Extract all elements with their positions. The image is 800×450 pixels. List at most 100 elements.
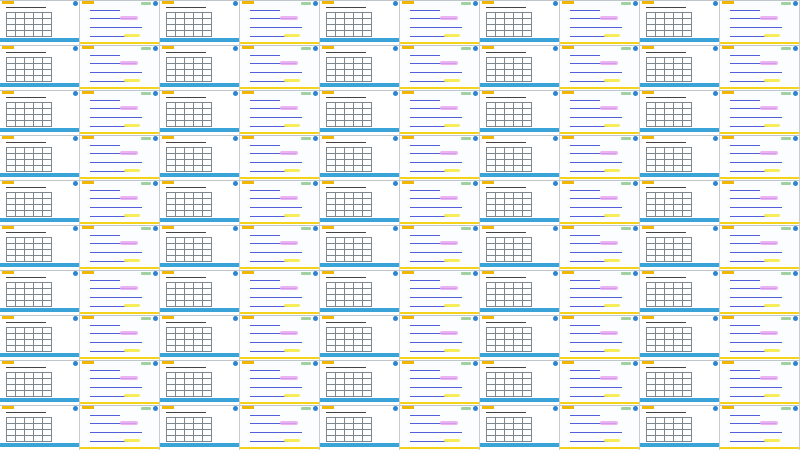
- thumbnail-table[interactable]: [640, 360, 720, 405]
- thumbnail-table[interactable]: [640, 135, 720, 180]
- thumbnail-table[interactable]: [640, 45, 720, 90]
- thumbnail-handwriting[interactable]: [560, 405, 640, 450]
- thumbnail-table[interactable]: [480, 180, 560, 225]
- thumbnail-handwriting[interactable]: [240, 0, 320, 45]
- thumbnail-handwriting[interactable]: [80, 90, 160, 135]
- thumbnail-table[interactable]: [160, 360, 240, 405]
- thumbnail-handwriting[interactable]: [400, 0, 480, 45]
- thumbnail-table[interactable]: [0, 270, 80, 315]
- thumbnail-table[interactable]: [480, 270, 560, 315]
- thumbnail-table[interactable]: [0, 225, 80, 270]
- thumbnail-table[interactable]: [160, 225, 240, 270]
- thumbnail-handwriting[interactable]: [80, 225, 160, 270]
- thumbnail-handwriting[interactable]: [240, 315, 320, 360]
- thumbnail-handwriting[interactable]: [720, 405, 800, 450]
- thumbnail-handwriting[interactable]: [720, 135, 800, 180]
- thumbnail-table[interactable]: [320, 225, 400, 270]
- thumbnail-table[interactable]: [640, 225, 720, 270]
- thumbnail-handwriting[interactable]: [400, 45, 480, 90]
- thumbnail-handwriting[interactable]: [560, 45, 640, 90]
- thumbnail-handwriting[interactable]: [720, 225, 800, 270]
- thumbnail-table[interactable]: [0, 180, 80, 225]
- thumbnail-table[interactable]: [640, 405, 720, 450]
- thumbnail-table[interactable]: [0, 135, 80, 180]
- thumbnail-table[interactable]: [480, 90, 560, 135]
- thumbnail-table[interactable]: [0, 315, 80, 360]
- thumbnail-handwriting[interactable]: [400, 135, 480, 180]
- thumbnail-handwriting[interactable]: [240, 180, 320, 225]
- thumbnail-table[interactable]: [320, 180, 400, 225]
- thumbnail-handwriting[interactable]: [720, 0, 800, 45]
- thumbnail-table[interactable]: [160, 315, 240, 360]
- thumbnail-handwriting[interactable]: [560, 180, 640, 225]
- thumbnail-table[interactable]: [320, 90, 400, 135]
- thumbnail-table[interactable]: [160, 270, 240, 315]
- thumbnail-handwriting[interactable]: [400, 180, 480, 225]
- thumbnail-handwriting[interactable]: [400, 270, 480, 315]
- thumbnail-table[interactable]: [0, 360, 80, 405]
- thumbnail-handwriting[interactable]: [560, 90, 640, 135]
- thumbnail-table[interactable]: [160, 180, 240, 225]
- thumbnail-table[interactable]: [480, 315, 560, 360]
- thumbnail-table[interactable]: [320, 135, 400, 180]
- thumbnail-handwriting[interactable]: [720, 90, 800, 135]
- thumbnail-table[interactable]: [320, 360, 400, 405]
- thumbnail-table[interactable]: [320, 45, 400, 90]
- thumbnail-handwriting[interactable]: [80, 405, 160, 450]
- thumbnail-handwriting[interactable]: [80, 315, 160, 360]
- thumbnail-handwriting[interactable]: [560, 270, 640, 315]
- thumbnail-handwriting[interactable]: [560, 225, 640, 270]
- thumbnail-table[interactable]: [0, 0, 80, 45]
- thumbnail-handwriting[interactable]: [240, 270, 320, 315]
- thumbnail-handwriting[interactable]: [240, 90, 320, 135]
- thumbnail-table[interactable]: [0, 405, 80, 450]
- thumbnail-handwriting[interactable]: [400, 90, 480, 135]
- thumbnail-table[interactable]: [320, 405, 400, 450]
- thumbnail-handwriting[interactable]: [80, 0, 160, 45]
- thumbnail-table[interactable]: [480, 405, 560, 450]
- thumbnail-handwriting[interactable]: [400, 315, 480, 360]
- thumbnail-table[interactable]: [0, 90, 80, 135]
- thumbnail-table[interactable]: [320, 0, 400, 45]
- thumbnail-handwriting[interactable]: [240, 405, 320, 450]
- thumbnail-table[interactable]: [320, 270, 400, 315]
- thumbnail-handwriting[interactable]: [560, 0, 640, 45]
- thumbnail-table[interactable]: [640, 0, 720, 45]
- thumbnail-table[interactable]: [480, 0, 560, 45]
- thumbnail-handwriting[interactable]: [240, 45, 320, 90]
- thumbnail-handwriting[interactable]: [400, 225, 480, 270]
- thumbnail-handwriting[interactable]: [80, 45, 160, 90]
- thumbnail-table[interactable]: [480, 45, 560, 90]
- thumbnail-handwriting[interactable]: [560, 135, 640, 180]
- thumbnail-table[interactable]: [640, 180, 720, 225]
- thumbnail-table[interactable]: [640, 270, 720, 315]
- thumbnail-table[interactable]: [160, 405, 240, 450]
- thumbnail-handwriting[interactable]: [400, 360, 480, 405]
- thumbnail-table[interactable]: [0, 45, 80, 90]
- thumbnail-handwriting[interactable]: [80, 360, 160, 405]
- thumbnail-handwriting[interactable]: [720, 270, 800, 315]
- thumbnail-table[interactable]: [640, 90, 720, 135]
- thumbnail-table[interactable]: [160, 90, 240, 135]
- thumbnail-table[interactable]: [320, 315, 400, 360]
- thumbnail-table[interactable]: [640, 315, 720, 360]
- thumbnail-table[interactable]: [160, 135, 240, 180]
- thumbnail-table[interactable]: [160, 45, 240, 90]
- thumbnail-handwriting[interactable]: [720, 315, 800, 360]
- thumbnail-handwriting[interactable]: [80, 180, 160, 225]
- thumbnail-table[interactable]: [160, 0, 240, 45]
- thumbnail-handwriting[interactable]: [240, 225, 320, 270]
- thumbnail-table[interactable]: [480, 135, 560, 180]
- thumbnail-handwriting[interactable]: [720, 180, 800, 225]
- thumbnail-handwriting[interactable]: [80, 270, 160, 315]
- thumbnail-table[interactable]: [480, 225, 560, 270]
- thumbnail-handwriting[interactable]: [240, 135, 320, 180]
- thumbnail-handwriting[interactable]: [720, 360, 800, 405]
- thumbnail-handwriting[interactable]: [80, 135, 160, 180]
- thumbnail-handwriting[interactable]: [560, 315, 640, 360]
- thumbnail-handwriting[interactable]: [720, 45, 800, 90]
- thumbnail-handwriting[interactable]: [240, 360, 320, 405]
- thumbnail-handwriting[interactable]: [560, 360, 640, 405]
- thumbnail-handwriting[interactable]: [400, 405, 480, 450]
- thumbnail-table[interactable]: [480, 360, 560, 405]
